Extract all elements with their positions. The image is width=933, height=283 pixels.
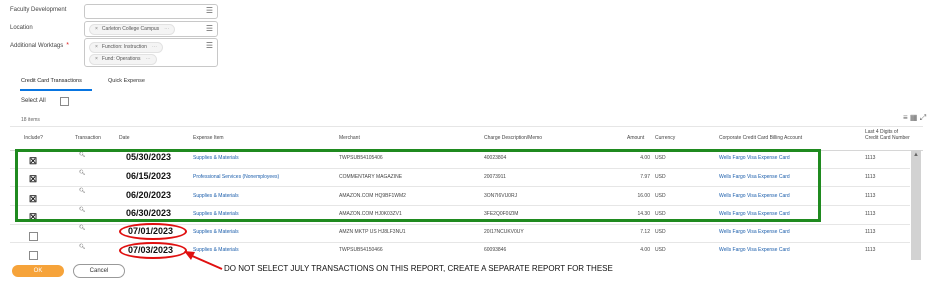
row-last4: 1113 [865, 174, 876, 180]
remove-icon[interactable]: × [95, 26, 98, 32]
row-amount: 7.12 [640, 229, 650, 235]
select-all-checkbox[interactable] [60, 97, 69, 106]
table-top-border [10, 126, 923, 127]
column-header-include: Include? [24, 135, 43, 141]
search-icon[interactable]: 🔍︎ [79, 244, 85, 250]
column-header-transaction: Transaction [75, 135, 101, 141]
worktag-pill-function[interactable]: × Function: Instruction ⋯ [89, 42, 163, 53]
more-icon[interactable]: ⋯ [152, 44, 157, 50]
list-icon[interactable]: ☰ [206, 42, 213, 50]
column-header-memo: Charge Description/Memo [484, 135, 543, 141]
field-label-location: Location [10, 25, 33, 31]
scroll-up-icon[interactable]: ▲ [913, 152, 919, 158]
filter-icon[interactable]: ≡ [903, 113, 908, 122]
row-currency: USD [655, 247, 666, 253]
expand-icon[interactable]: ⤢ [920, 113, 926, 122]
column-header-currency: Currency [655, 135, 676, 141]
row-expense-item[interactable]: Supplies & Materials [193, 229, 239, 235]
ok-button[interactable]: OK [12, 265, 64, 277]
tab-quick-expense[interactable]: Quick Expense [108, 78, 145, 84]
column-header-billing-account: Corporate Credit Card Billing Account [719, 135, 803, 141]
row-merchant: AMZN MKTP US HJ8LF3NU1 [339, 229, 406, 235]
location-pill-label: Carleton College Campus [101, 26, 160, 32]
july-date-circle [119, 223, 187, 240]
items-count: 18 items [21, 117, 40, 123]
required-mark: * [66, 42, 69, 49]
list-icon[interactable]: ☰ [206, 25, 213, 33]
row-memo: 20I17NCUKV0UY [484, 229, 524, 235]
additional-worktags-field[interactable]: × Function: Instruction ⋯ × Fund: Operation… [84, 38, 218, 67]
annotation-arrow [184, 251, 223, 270]
tab-credit-card-transactions[interactable]: Credit Card Transactions [21, 78, 82, 84]
field-label-faculty-development: Faculty Development [10, 7, 67, 13]
row-last4: 1113 [865, 193, 876, 199]
vertical-scrollbar[interactable]: ▲ [911, 150, 921, 260]
cancel-button[interactable]: Cancel [73, 264, 125, 278]
row-billing-account[interactable]: Wells Fargo Visa Expense Card [719, 247, 790, 253]
row-merchant: TWPSUB54150466 [339, 247, 383, 253]
more-icon[interactable]: ⋯ [164, 26, 169, 32]
location-pill[interactable]: × Carleton College Campus ⋯ [89, 24, 176, 35]
row-amount: 4.00 [640, 247, 650, 253]
row-checkbox[interactable] [29, 232, 38, 241]
remove-icon[interactable]: × [95, 56, 98, 62]
additional-worktags-label: Additional Worktags [10, 43, 64, 49]
july-date-circle [119, 242, 187, 259]
row-currency: USD [655, 229, 666, 235]
worktag-pill-label: Fund: Operations [101, 56, 141, 62]
row-last4: 1113 [865, 229, 876, 235]
worktag-pill-fund[interactable]: × Fund: Operations ⋯ [89, 54, 157, 65]
row-last4: 1113 [865, 247, 876, 253]
field-label-additional-worktags: Additional Worktags * [10, 42, 69, 49]
worktag-pill-label: Function: Instruction [101, 44, 147, 50]
faculty-development-field[interactable]: ☰ [84, 4, 218, 19]
column-header-merchant: Merchant [339, 135, 360, 141]
row-billing-account[interactable]: Wells Fargo Visa Expense Card [719, 229, 790, 235]
column-header-date: Date [119, 135, 130, 141]
column-header-amount: Amount [627, 135, 645, 141]
remove-icon[interactable]: × [95, 44, 98, 50]
row-last4: 1113 [865, 211, 876, 217]
row-checkbox[interactable] [29, 251, 38, 260]
search-icon[interactable]: 🔍︎ [79, 225, 85, 231]
list-icon[interactable]: ☰ [206, 7, 213, 15]
column-header-expense-item: Expense Item [193, 135, 224, 141]
location-field[interactable]: × Carleton College Campus ⋯ ☰ [84, 21, 218, 37]
annotation-text: DO NOT SELECT JULY TRANSACTIONS ON THIS … [224, 264, 613, 273]
row-memo: 60093846 [484, 247, 507, 253]
selected-rows-highlight [15, 149, 821, 222]
grid-icon[interactable]: ▦ [910, 113, 918, 122]
tab-active-underline [20, 89, 92, 91]
row-last4: 1113 [865, 155, 876, 161]
table-tools: ≡ ▦ ⤢ [903, 113, 926, 123]
column-header-last4: Last 4 Digits of Credit Card Number [865, 129, 910, 141]
more-icon[interactable]: ⋯ [146, 56, 151, 62]
select-all-label: Select All [21, 98, 46, 104]
